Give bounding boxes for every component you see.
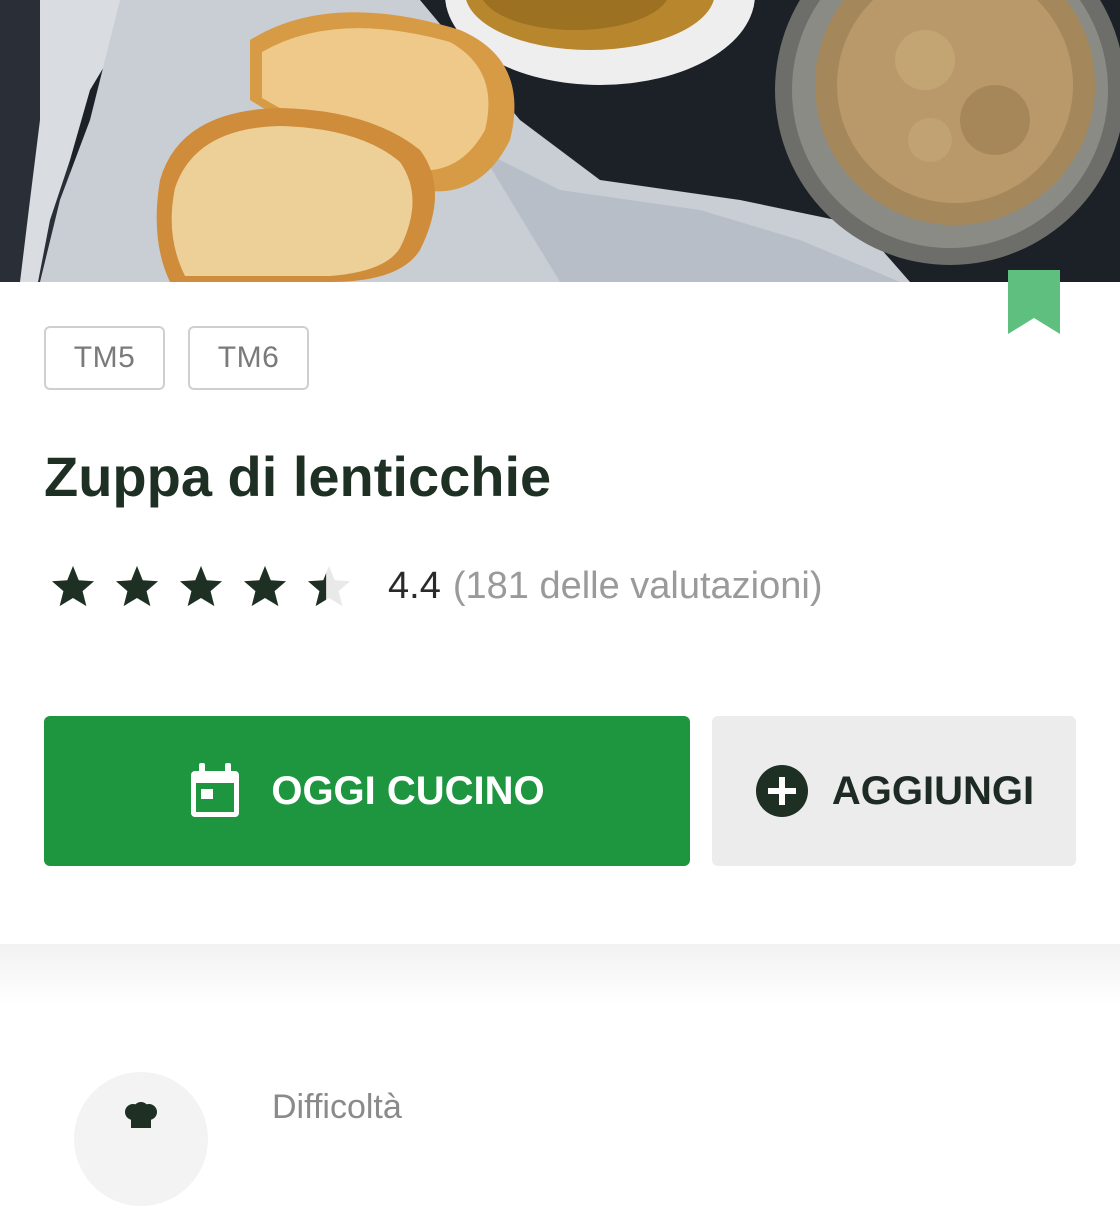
- rating-stars: [50, 564, 352, 608]
- recipe-info-section: Difficoltà: [0, 1004, 1120, 1206]
- star-icon: [50, 564, 96, 608]
- plus-circle-icon: [755, 765, 808, 817]
- rating: 4.4 (181 delle valutazioni): [50, 564, 823, 608]
- recipe-title: Zuppa di lenticchie: [44, 445, 552, 508]
- difficulty-icon-container: [74, 1072, 208, 1206]
- rating-count[interactable]: (181 delle valutazioni): [453, 565, 823, 608]
- add-label: AGGIUNGI: [831, 768, 1035, 813]
- calendar-icon: [191, 763, 240, 817]
- star-icon: [178, 564, 224, 608]
- device-chip-tm5: TM5: [44, 326, 165, 390]
- chef-hat-icon: [125, 1102, 157, 1128]
- add-button[interactable]: AGGIUNGI: [712, 716, 1076, 866]
- star-icon: [242, 564, 288, 608]
- recipe-hero-image: [0, 0, 1120, 282]
- device-chip-tm6: TM6: [188, 326, 309, 390]
- star-half-icon: [306, 564, 352, 608]
- rating-value: 4.4: [388, 564, 441, 607]
- recipe-details: TM5 TM6 Zuppa di lenticchie 4.4 (181 del…: [0, 282, 1120, 1206]
- star-icon: [114, 564, 160, 608]
- difficulty-label: Difficoltà: [272, 1088, 402, 1126]
- cook-today-button[interactable]: OGGI CUCINO: [44, 716, 690, 866]
- cook-today-label: OGGI CUCINO: [271, 768, 545, 813]
- section-divider: [0, 944, 1120, 1004]
- device-chips: TM5 TM6: [44, 326, 309, 390]
